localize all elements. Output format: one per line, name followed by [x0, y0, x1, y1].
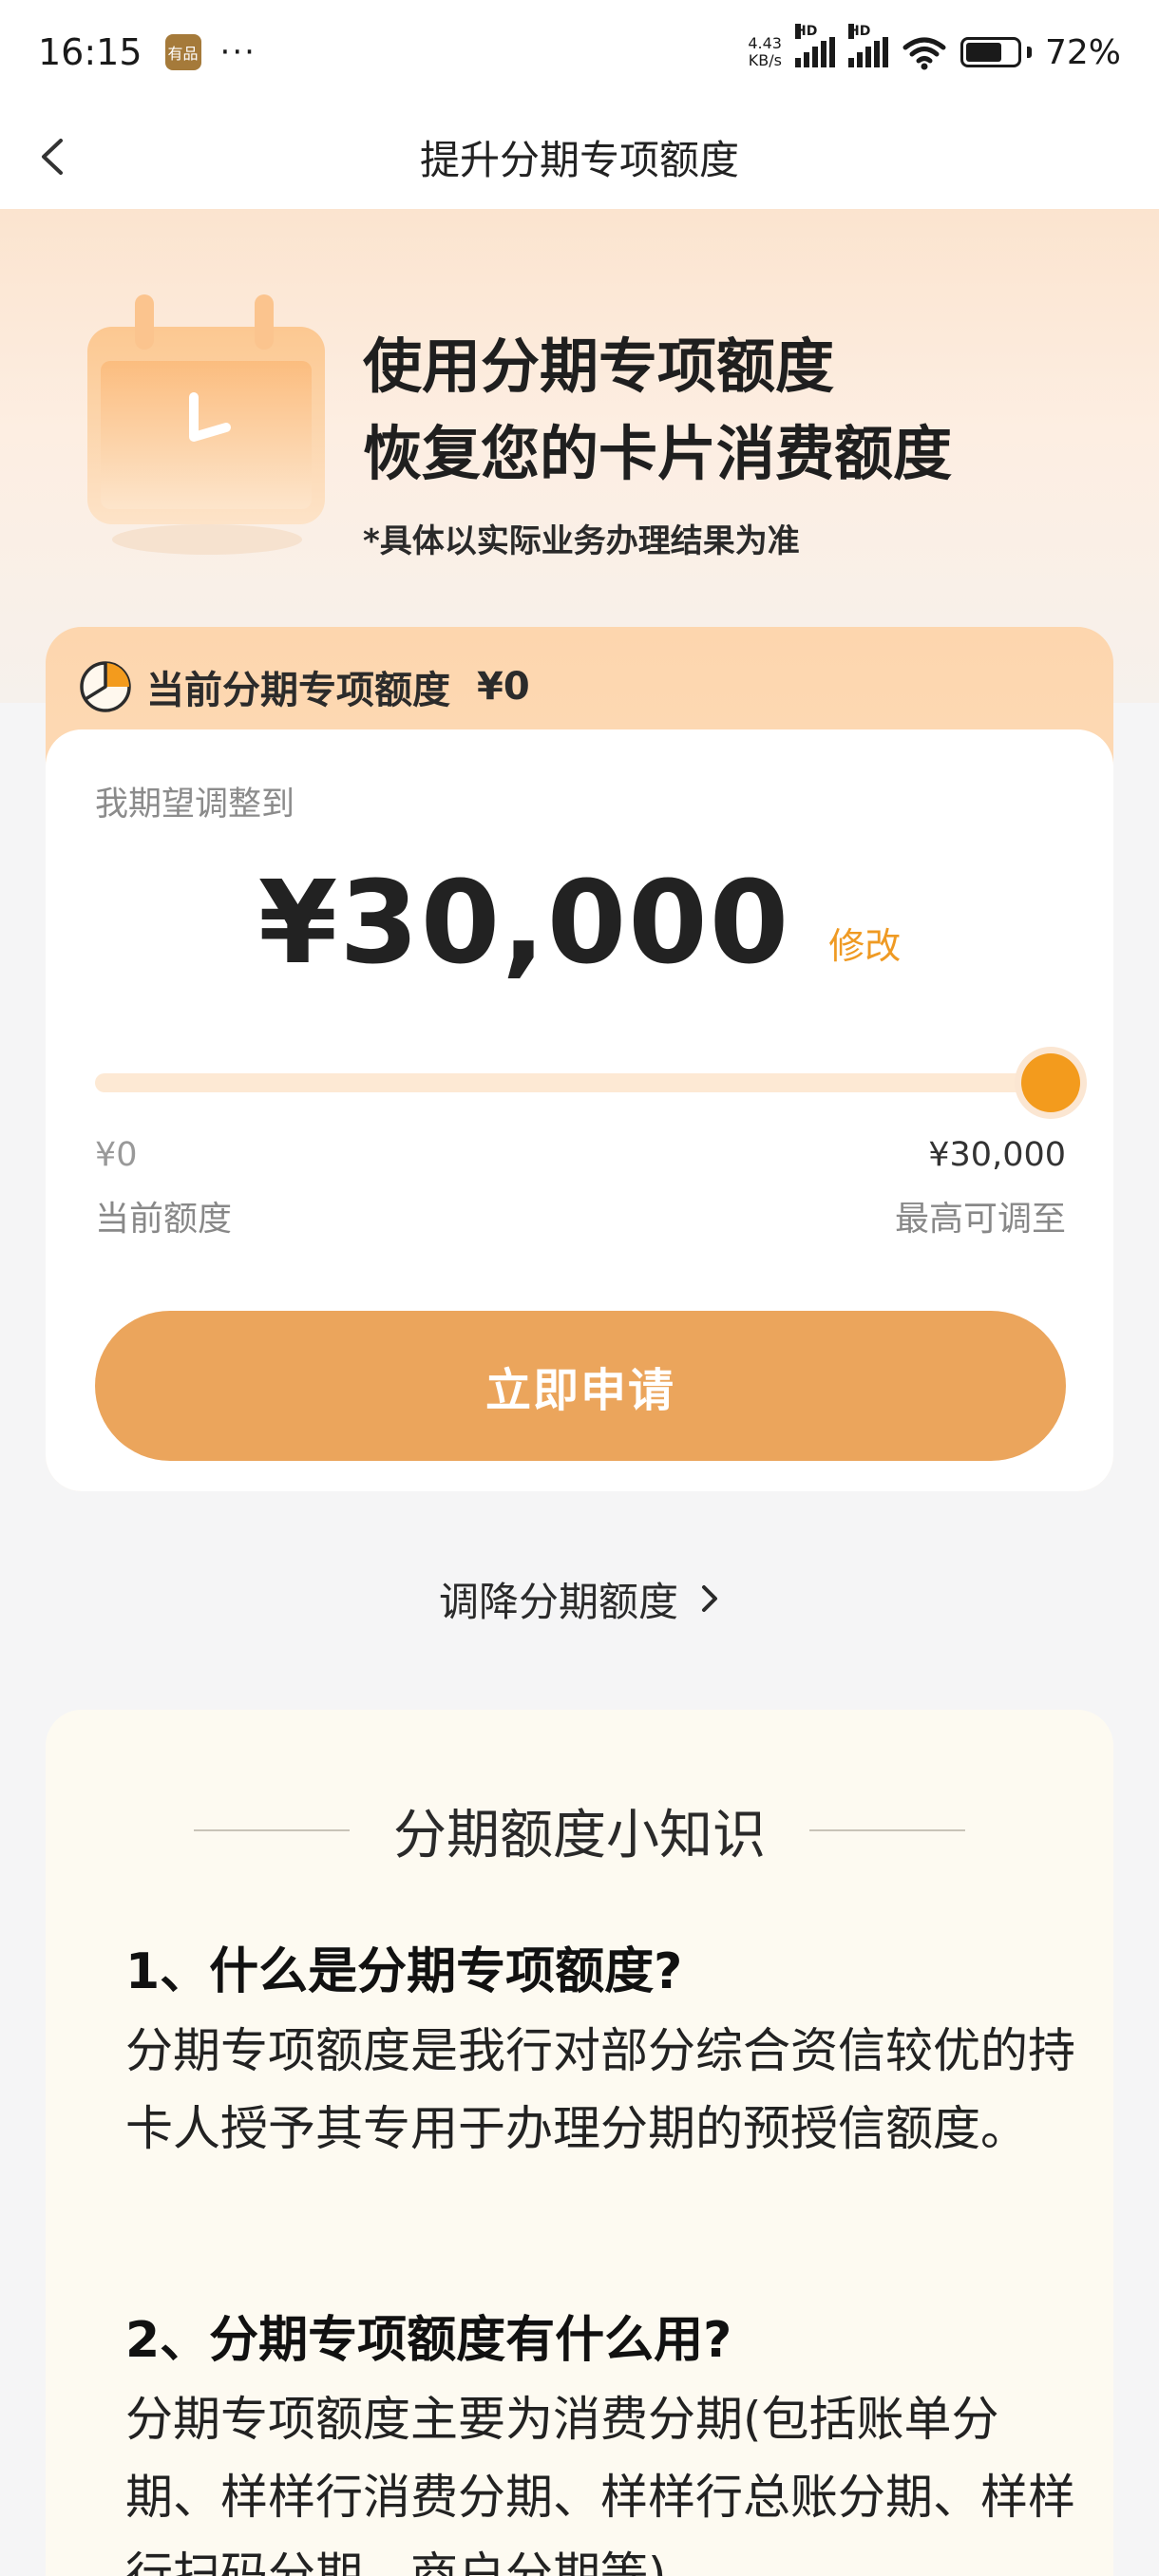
- min-value: ¥0: [95, 1136, 138, 1174]
- hero-title: 使用分期专项额度 恢复您的卡片消费额度: [363, 323, 952, 498]
- quota-adjust-panel: 我期望调整到 ¥30,000 修改 ¥0 ¥30,000 当前额度 最高可调至 …: [46, 729, 1113, 1491]
- knowledge-title-row: 分期额度小知识: [46, 1788, 1113, 1873]
- slider-knob: [1021, 1053, 1080, 1112]
- chevron-right-icon: [702, 1585, 717, 1612]
- faq-answer: 分期专项额度是我行对部分综合资信较优的持卡人授予其专用于办理分期的预授信额度。: [125, 2023, 1075, 2156]
- knowledge-title: 分期额度小知识: [393, 1804, 766, 1866]
- divider-left: [194, 1829, 350, 1831]
- max-label: 最高可调至: [894, 1200, 1066, 1239]
- nav-bar: 提升分期专项额度: [0, 104, 1159, 209]
- faq-answer: 分期专项额度主要为消费分期(包括账单分期、样样行消费分期、样样行总账分期、样样行…: [125, 2392, 1075, 2576]
- status-bar: 16:15 有品 ··· 4.43 KB/s HD HD 72%: [0, 0, 1159, 104]
- battery-icon: [960, 37, 1032, 67]
- quota-card: 当前分期专项额度 ¥0 我期望调整到 ¥30,000 修改 ¥0 ¥30,000…: [46, 627, 1113, 1491]
- decrease-quota-link[interactable]: 调降分期额度: [0, 1565, 1159, 1632]
- target-amount: ¥30,000: [257, 858, 791, 990]
- hero-title-line2: 恢复您的卡片消费额度: [363, 419, 953, 488]
- wifi-icon: [902, 37, 946, 70]
- current-quota-value: ¥0: [477, 665, 530, 709]
- hero-title-line1: 使用分期专项额度: [363, 331, 835, 401]
- page: 16:15 有品 ··· 4.43 KB/s HD HD 72% 提升分期专项额…: [0, 0, 1159, 2576]
- faq-question: 2、分期专项额度有什么用?: [125, 2312, 732, 2369]
- faq-item: 1、什么是分期专项额度? 分期专项额度是我行对部分综合资信较优的持卡人授予其专用…: [125, 1936, 1075, 2168]
- signal-icon: HD: [794, 24, 835, 67]
- battery-percent: 72%: [1044, 32, 1121, 72]
- status-time: 16:15: [38, 31, 142, 73]
- pie-chart-icon: [80, 661, 131, 712]
- calendar-clock-icon: [87, 294, 325, 555]
- status-indicators: 4.43 KB/s HD HD 72%: [748, 24, 1121, 72]
- network-speed-unit: KB/s: [748, 51, 782, 69]
- quota-slider[interactable]: [95, 1047, 1087, 1119]
- max-value: ¥30,000: [928, 1136, 1066, 1174]
- hd-label-2: HD: [847, 24, 871, 39]
- signal-icon-2: HD: [847, 24, 888, 67]
- back-icon[interactable]: [36, 135, 68, 179]
- hd-label: HD: [794, 24, 818, 39]
- divider-right: [809, 1829, 965, 1831]
- range-values: ¥0 ¥30,000: [95, 1136, 1066, 1174]
- decrease-quota-label: 调降分期额度: [438, 1578, 678, 1625]
- amount-row: ¥30,000 修改: [46, 853, 1113, 986]
- page-title: 提升分期专项额度: [419, 136, 739, 183]
- slider-handle[interactable]: [1015, 1047, 1087, 1119]
- current-quota-label: 当前分期专项额度: [146, 669, 450, 712]
- network-speed-value: 4.43: [748, 34, 782, 52]
- network-speed: 4.43 KB/s: [748, 35, 782, 69]
- app-badge-icon: 有品: [164, 34, 201, 70]
- more-notifications-icon: ···: [219, 33, 256, 71]
- apply-button[interactable]: 立即申请: [95, 1311, 1066, 1461]
- min-label: 当前额度: [95, 1200, 233, 1239]
- faq-item: 2、分期专项额度有什么用? 分期专项额度主要为消费分期(包括账单分期、样样行消费…: [125, 2304, 1075, 2576]
- edit-amount-link[interactable]: 修改: [828, 917, 901, 969]
- knowledge-card: 分期额度小知识 1、什么是分期专项额度? 分期专项额度是我行对部分综合资信较优的…: [46, 1710, 1113, 2576]
- current-quota-header: 当前分期专项额度 ¥0: [78, 653, 530, 720]
- expect-label: 我期望调整到: [95, 786, 295, 824]
- faq-question: 1、什么是分期专项额度?: [125, 1943, 683, 2000]
- range-labels: 当前额度 最高可调至: [95, 1191, 1066, 1241]
- hero-disclaimer: *具体以实际业务办理结果为准: [363, 522, 800, 560]
